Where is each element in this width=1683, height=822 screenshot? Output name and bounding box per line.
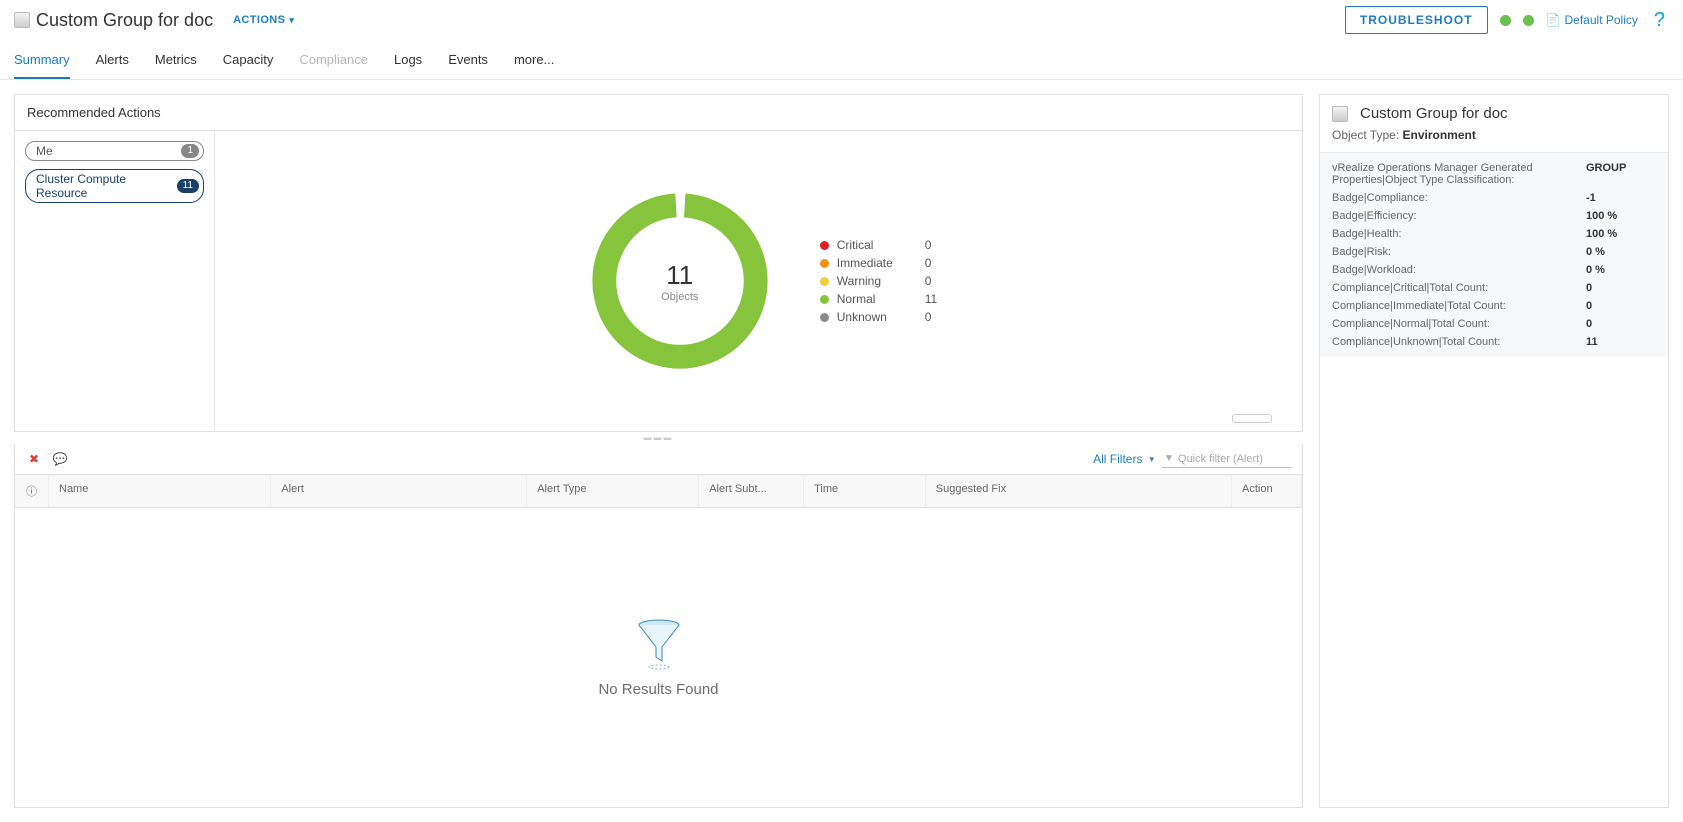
col-suggested-fix[interactable]: Suggested Fix: [926, 475, 1232, 507]
property-row: Badge|Health:100 %: [1320, 225, 1668, 243]
actions-dropdown[interactable]: ACTIONS ▾: [233, 14, 294, 26]
recommended-actions-panel: Recommended Actions Me1 Cluster Compute R…: [14, 94, 1303, 432]
col-alert-subtype[interactable]: Alert Subt...: [699, 475, 804, 507]
property-row: Badge|Compliance:-1: [1320, 189, 1668, 207]
chat-icon[interactable]: 💬: [51, 450, 69, 468]
recommended-filters: Me1 Cluster Compute Resource11: [15, 131, 215, 431]
property-row: Badge|Workload:0 %: [1320, 261, 1668, 279]
policy-icon: 📄: [1546, 13, 1561, 27]
property-list: vRealize Operations Manager Generated Pr…: [1320, 152, 1668, 357]
panel-resize-grip[interactable]: ▬▬▬: [14, 434, 1303, 440]
property-row: Compliance|Critical|Total Count:0: [1320, 279, 1668, 297]
alerts-toolbar: ✖ 💬 All Filters ▾ ▼ Quick filter (Alert): [14, 444, 1303, 475]
legend-row-critical: Critical0: [820, 238, 937, 252]
object-type-value: Environment: [1403, 128, 1476, 142]
quick-filter-placeholder: Quick filter (Alert): [1178, 453, 1263, 465]
tab-metrics[interactable]: Metrics: [155, 42, 197, 79]
alerts-table-body: No Results Found: [14, 508, 1303, 808]
tab-logs[interactable]: Logs: [394, 42, 422, 79]
tab-compliance: Compliance: [299, 42, 368, 79]
legend-row-warning: Warning0: [820, 274, 937, 288]
no-results-label: No Results Found: [598, 681, 718, 698]
object-icon: [1332, 106, 1348, 122]
chevron-down-icon: ▾: [289, 15, 294, 26]
recommended-actions-title: Recommended Actions: [15, 95, 1302, 131]
filter-pill-cluster-compute-resource[interactable]: Cluster Compute Resource11: [25, 169, 204, 203]
health-badge-icon[interactable]: [1500, 15, 1511, 26]
col-alert-type[interactable]: Alert Type: [527, 475, 699, 507]
page-title: Custom Group for doc: [36, 10, 213, 31]
col-action[interactable]: Action: [1232, 475, 1302, 507]
object-details-panel: Custom Group for doc Object Type: Enviro…: [1319, 94, 1669, 808]
tab-capacity[interactable]: Capacity: [223, 42, 274, 79]
policy-label: Default Policy: [1565, 13, 1638, 27]
all-filters-label: All Filters: [1093, 452, 1142, 466]
filter-pill-me[interactable]: Me1: [25, 141, 204, 161]
troubleshoot-button[interactable]: TROUBLESHOOT: [1345, 6, 1488, 34]
quick-filter-input[interactable]: ▼ Quick filter (Alert): [1162, 451, 1292, 468]
chart-scrollbar[interactable]: [1232, 414, 1272, 423]
legend-row-normal: Normal11: [820, 292, 937, 306]
actions-label: ACTIONS: [233, 14, 285, 26]
tabs-row: Summary Alerts Metrics Capacity Compliance Lo…: [0, 42, 1683, 80]
all-filters-dropdown[interactable]: All Filters ▾: [1093, 452, 1154, 466]
risk-badge-icon[interactable]: [1523, 15, 1534, 26]
col-name[interactable]: Name: [49, 475, 271, 507]
property-row: vRealize Operations Manager Generated Pr…: [1320, 159, 1668, 189]
legend-row-unknown: Unknown0: [820, 310, 937, 324]
tab-summary[interactable]: Summary: [14, 42, 70, 79]
donut-total: 11: [666, 260, 693, 291]
tab-alerts[interactable]: Alerts: [96, 42, 129, 79]
property-row: Badge|Efficiency:100 %: [1320, 207, 1668, 225]
property-row: Compliance|Unknown|Total Count:11: [1320, 333, 1668, 351]
tab-more-[interactable]: more...: [514, 42, 554, 79]
donut-chart: 11 Objects: [580, 181, 780, 381]
side-title: Custom Group for doc: [1360, 105, 1508, 122]
legend-row-immediate: Immediate0: [820, 256, 937, 270]
property-row: Compliance|Immediate|Total Count:0: [1320, 297, 1668, 315]
property-row: Compliance|Normal|Total Count:0: [1320, 315, 1668, 333]
chevron-down-icon: ▾: [1149, 454, 1154, 465]
object-icon: [14, 12, 30, 28]
donut-label: Objects: [661, 291, 698, 303]
cancel-alert-icon[interactable]: ✖: [25, 450, 43, 468]
col-alert[interactable]: Alert: [271, 475, 527, 507]
help-icon[interactable]: ?: [1650, 9, 1669, 32]
chart-legend: Critical0 Immediate0 Warning0 Normal11 Unkno…: [820, 234, 937, 328]
col-time[interactable]: Time: [804, 475, 926, 507]
alerts-table-header: ⓘ Name Alert Alert Type Alert Subt... Ti…: [14, 475, 1303, 508]
property-row: Badge|Risk:0 %: [1320, 243, 1668, 261]
col-status-icon[interactable]: ⓘ: [15, 475, 49, 507]
donut-chart-area: 11 Objects Critical0 Immediate0 Warning0 No…: [215, 131, 1302, 431]
object-type-label: Object Type:: [1332, 128, 1399, 142]
default-policy-link[interactable]: 📄 Default Policy: [1546, 13, 1638, 27]
page-header: Custom Group for doc ACTIONS ▾ TROUBLESH…: [0, 0, 1683, 36]
filter-icon: ▼: [1164, 453, 1174, 464]
funnel-icon: [629, 617, 689, 671]
tab-events[interactable]: Events: [448, 42, 488, 79]
